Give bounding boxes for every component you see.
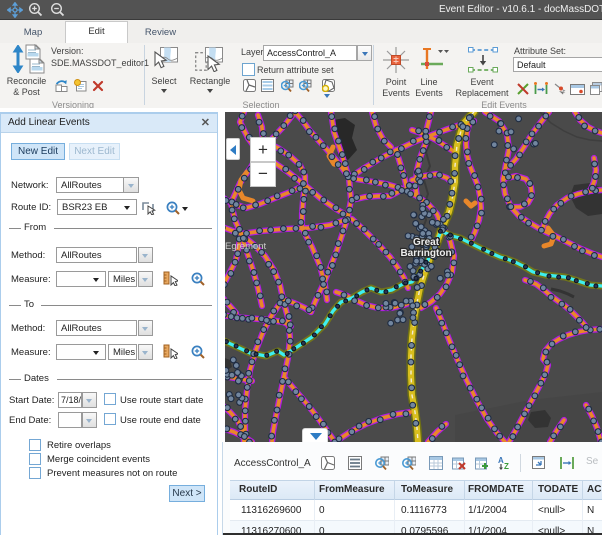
svg-text:Egremont: Egremont — [225, 241, 267, 252]
svg-text:Great: Great — [413, 237, 440, 248]
svg-text:Z: Z — [504, 462, 509, 470]
svg-text:Barrington: Barrington — [400, 248, 451, 259]
